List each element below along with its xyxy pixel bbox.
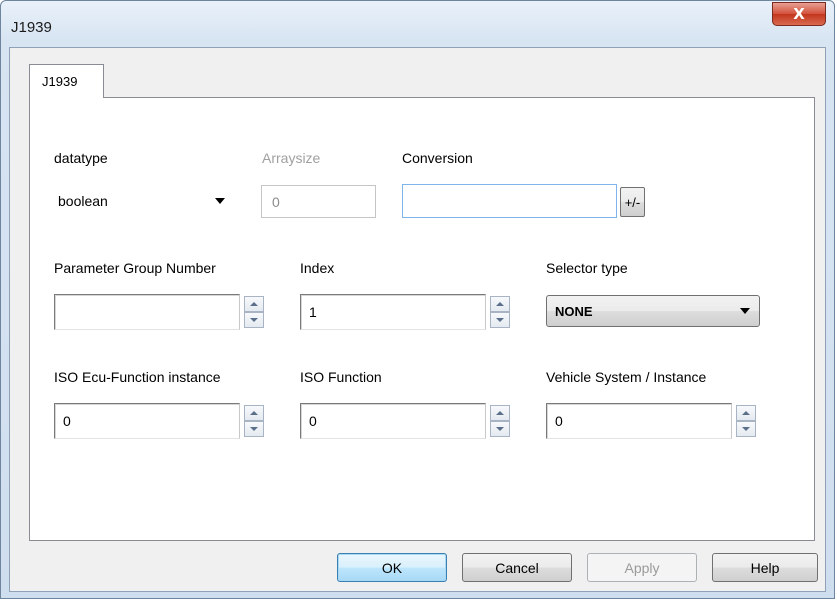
window-title: J1939 [11,19,52,36]
selector-type-value: NONE [555,303,593,319]
vehicle-system-instance-value: 0 [555,413,563,429]
selector-type-dropdown[interactable]: NONE [546,295,760,327]
arrow-up-icon [496,411,504,415]
datatype-label: datatype [54,150,108,166]
conversion-label: Conversion [402,150,473,166]
pgn-label: Parameter Group Number [54,260,216,276]
index-value: 1 [309,304,317,320]
arraysize-label: Arraysize [262,150,321,166]
iso-ecu-function-instance-label: ISO Ecu-Function instance [54,369,221,385]
selector-type-label: Selector type [546,260,628,276]
help-label: Help [750,559,780,576]
index-decrement-button[interactable] [490,312,510,328]
iso-ecu-function-instance-input[interactable]: 0 [54,403,240,439]
pgn-increment-button[interactable] [244,296,264,312]
arrow-up-icon [742,411,750,415]
conversion-sign-button[interactable]: +/- [620,187,645,217]
iso-function-value: 0 [309,413,317,429]
iso-function-label: ISO Function [300,369,382,385]
dialog-window: J1939 X J1939 datatype boolean Arraysize… [0,0,835,599]
cancel-label: Cancel [495,559,539,576]
vehicle-system-instance-label: Vehicle System / Instance [546,369,707,385]
arrow-up-icon [250,411,258,415]
tab-panel: datatype boolean Arraysize 0 Conversion … [29,97,815,541]
datatype-value: boolean [58,193,108,209]
index-label: Index [300,260,335,276]
help-button[interactable]: Help [712,553,818,582]
iso-ecu-function-instance-spinner: 0 [54,403,268,439]
apply-label: Apply [624,559,660,576]
arraysize-value: 0 [272,193,280,210]
dialog-client-area: J1939 datatype boolean Arraysize 0 Conve… [9,47,826,592]
datatype-dropdown[interactable]: boolean [50,185,234,217]
arrow-down-icon [742,427,750,431]
iso-function-increment-button[interactable] [490,405,510,421]
cancel-button[interactable]: Cancel [462,553,572,582]
chevron-down-icon [215,198,225,204]
index-input[interactable]: 1 [300,294,486,330]
apply-button: Apply [587,553,697,582]
sign-toggle-label: +/- [624,194,641,210]
index-spinner: 1 [300,294,514,330]
iso-ecu-function-instance-increment-button[interactable] [244,405,264,421]
arrow-down-icon [496,318,504,322]
pgn-input[interactable] [54,294,240,330]
vehicle-system-instance-input[interactable]: 0 [546,403,732,439]
arrow-down-icon [250,427,258,431]
arrow-down-icon [250,318,258,322]
iso-function-spinner: 0 [300,403,514,439]
close-button[interactable]: X [772,2,826,26]
vehicle-system-instance-increment-button[interactable] [736,405,756,421]
vehicle-system-instance-spinner: 0 [546,403,760,439]
iso-ecu-function-instance-decrement-button[interactable] [244,421,264,437]
pgn-decrement-button[interactable] [244,312,264,328]
arrow-up-icon [250,302,258,306]
close-icon: X [793,5,805,23]
iso-function-input[interactable]: 0 [300,403,486,439]
arrow-up-icon [496,302,504,306]
ok-label: OK [381,559,403,576]
index-increment-button[interactable] [490,296,510,312]
tab-j1939[interactable]: J1939 [29,64,104,98]
title-bar[interactable]: J1939 X [1,1,834,47]
arraysize-field: 0 [261,185,376,218]
chevron-down-icon [740,308,750,314]
conversion-input[interactable] [402,184,617,218]
tab-label: J1939 [42,74,78,89]
pgn-spinner [54,294,268,330]
iso-ecu-function-instance-value: 0 [63,413,71,429]
iso-function-decrement-button[interactable] [490,421,510,437]
ok-button[interactable]: OK [337,553,447,582]
arrow-down-icon [496,427,504,431]
vehicle-system-instance-decrement-button[interactable] [736,421,756,437]
